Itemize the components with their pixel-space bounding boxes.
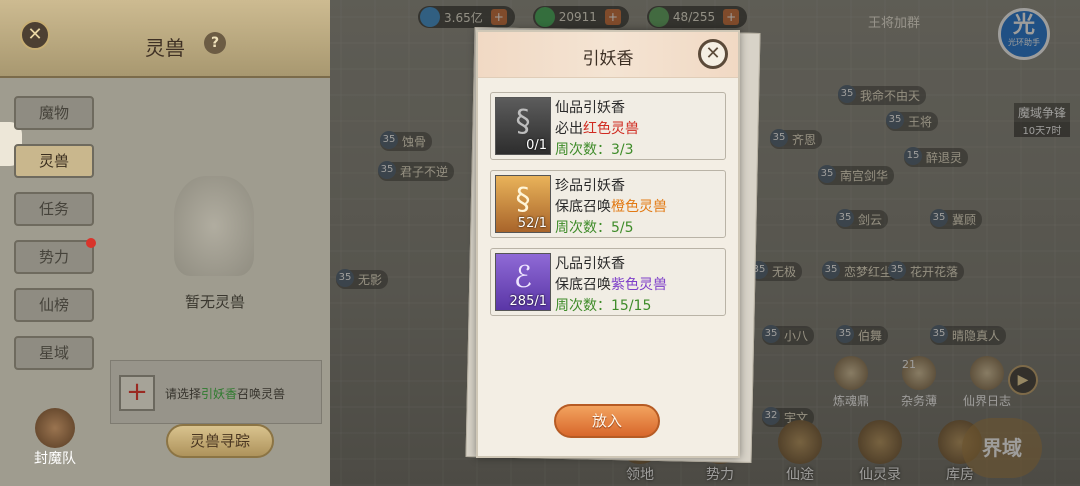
modal-header: 引妖香 ✕ [478, 32, 738, 78]
item-desc: 必出红色灵兽 [555, 121, 639, 137]
seal-team-button[interactable]: 封魔队 [26, 408, 84, 468]
summon-slot: + 请选择引妖香召唤灵兽 [110, 360, 322, 424]
empty-state-text: 暂无灵兽 [184, 293, 245, 311]
item-count: 52/1 [517, 216, 547, 231]
tab-ranking[interactable]: 仙榜 [14, 288, 94, 322]
item-weekly-count: 周次数：5/5 [555, 220, 634, 236]
beast-tabs: 魔物 灵兽 任务 势力 仙榜 星域 [14, 96, 96, 370]
tab-monster[interactable]: 魔物 [14, 96, 94, 130]
incense-modal: 引妖香 ✕ § 0/1 仙品引妖香 必出红色灵兽 周次数：3/3 § 52/1 … [476, 30, 740, 458]
item-weekly-count: 周次数：3/3 [555, 142, 634, 158]
beast-display: 暂无灵兽 [110, 96, 320, 342]
item-desc: 保底召唤橙色灵兽 [555, 199, 667, 215]
summon-hint: 请选择引妖香召唤灵兽 [165, 387, 286, 401]
tab-beast[interactable]: 灵兽 [14, 144, 94, 178]
tab-quest[interactable]: 任务 [14, 192, 94, 226]
tab-star-region[interactable]: 星域 [14, 336, 94, 370]
put-in-button[interactable]: 放入 [554, 404, 660, 438]
incense-item-common[interactable]: ℰ 285/1 凡品引妖香 保底召唤紫色灵兽 周次数：15/15 [490, 248, 726, 316]
item-name: 珍品引妖香 [555, 178, 625, 194]
item-count: 285/1 [509, 294, 547, 309]
notification-dot [86, 238, 96, 248]
help-icon[interactable]: ? [204, 32, 226, 54]
tab-faction[interactable]: 势力 [14, 238, 96, 274]
item-desc: 保底召唤紫色灵兽 [555, 277, 667, 293]
incense-item-rare[interactable]: § 52/1 珍品引妖香 保底召唤橙色灵兽 周次数：5/5 [490, 170, 726, 238]
close-icon[interactable]: ✕ [20, 20, 50, 50]
item-name: 凡品引妖香 [555, 256, 625, 272]
incense-icon: § 52/1 [495, 175, 551, 233]
add-incense-button[interactable]: + [119, 375, 155, 411]
empty-beast-silhouette [174, 176, 254, 276]
incense-icon: ℰ 285/1 [495, 253, 551, 311]
beast-panel-title: 灵兽 [145, 36, 185, 60]
item-count: 0/1 [526, 138, 547, 153]
beast-panel-header: ✕ 灵兽 ? [0, 0, 330, 78]
seal-flag-icon [35, 408, 75, 448]
close-icon[interactable]: ✕ [698, 39, 728, 69]
item-weekly-count: 周次数：15/15 [555, 298, 652, 314]
beast-track-button[interactable]: 灵兽寻踪 [166, 424, 274, 458]
beast-panel: ✕ 灵兽 ? 魔物 灵兽 任务 势力 仙榜 星域 暂无灵兽 + 请选择引妖香召唤… [0, 0, 330, 486]
incense-item-immortal[interactable]: § 0/1 仙品引妖香 必出红色灵兽 周次数：3/3 [490, 92, 726, 160]
incense-icon: § 0/1 [495, 97, 551, 155]
item-name: 仙品引妖香 [555, 100, 625, 116]
